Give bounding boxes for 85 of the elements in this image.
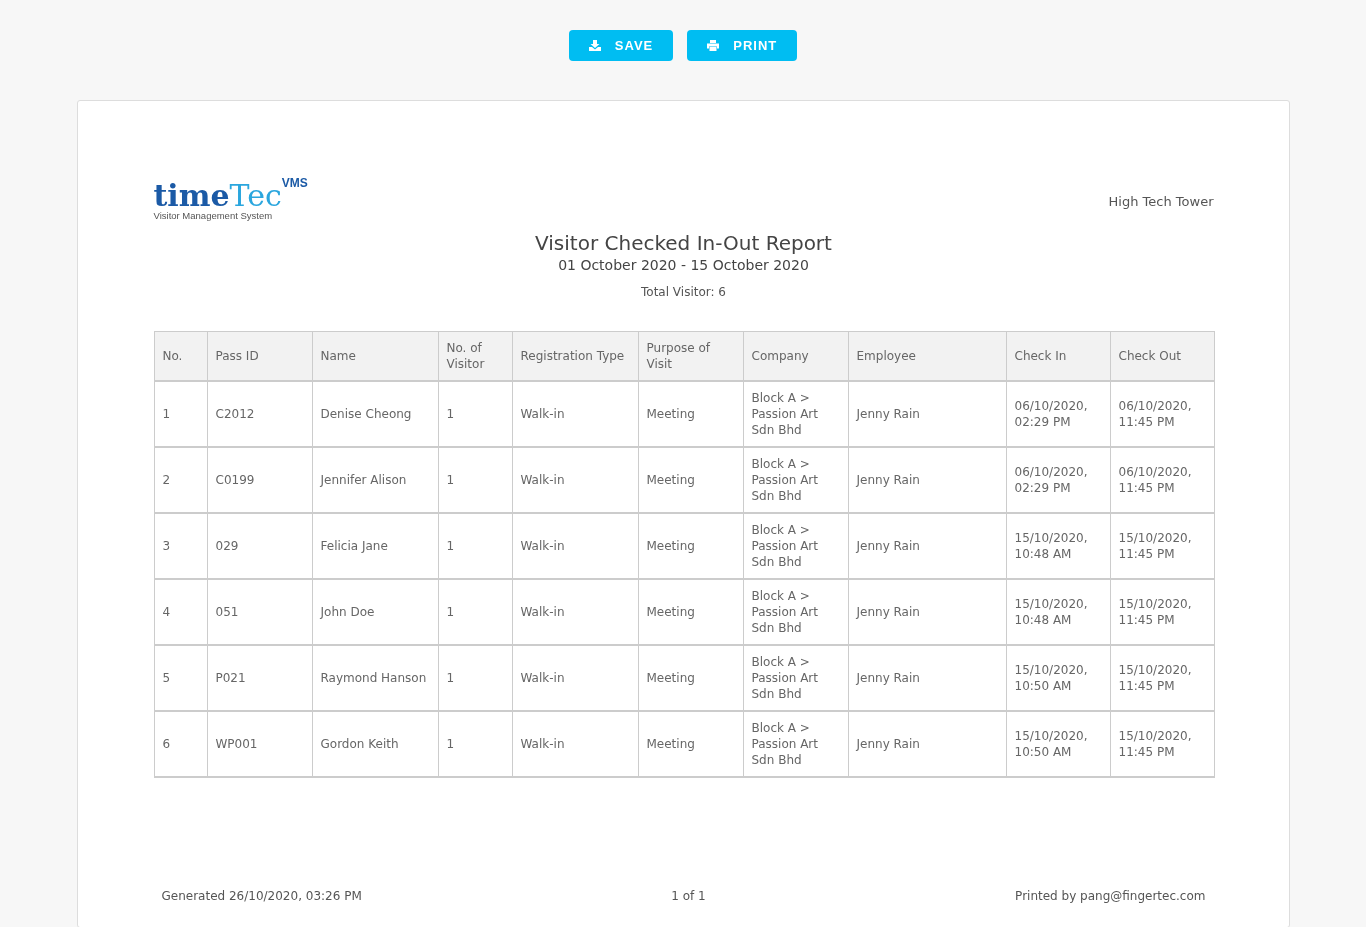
table-cell: 3 — [154, 513, 207, 579]
table-cell: 1 — [154, 381, 207, 447]
table-cell: Jenny Rain — [848, 381, 1006, 447]
table-cell: C2012 — [207, 381, 312, 447]
table-cell: Meeting — [638, 381, 743, 447]
table-cell: Jenny Rain — [848, 711, 1006, 777]
table-cell: 1 — [438, 579, 512, 645]
report-period: 01 October 2020 - 15 October 2020 — [557, 257, 810, 273]
table-cell: 1 — [438, 381, 512, 447]
table-cell: 15/10/2020, 11:45 PM — [1110, 711, 1214, 777]
table-cell: Walk-in — [512, 645, 638, 711]
table-cell: Block A > Passion Art Sdn Bhd — [743, 579, 848, 645]
save-button[interactable]: SAVE — [568, 30, 674, 61]
table-cell: 1 — [438, 645, 512, 711]
printed-by: Printed by pang@fingertec.com — [1015, 889, 1206, 903]
table-cell: Gordon Keith — [312, 711, 438, 777]
table-cell: 06/10/2020, 02:29 PM — [1006, 381, 1110, 447]
generated-time: Generated 26/10/2020, 03:26 PM — [161, 889, 362, 903]
table-cell: 15/10/2020, 10:50 AM — [1006, 645, 1110, 711]
table-cell: 15/10/2020, 11:45 PM — [1110, 513, 1214, 579]
table-cell: Raymond Hanson — [312, 645, 438, 711]
table-cell: WP001 — [207, 711, 312, 777]
logo-text: Tec — [229, 178, 282, 213]
table-cell: 2 — [154, 447, 207, 513]
table-cell: 051 — [207, 579, 312, 645]
table-cell: Walk-in — [512, 711, 638, 777]
table-cell: Felicia Jane — [312, 513, 438, 579]
report-title: Visitor Checked In-Out Report — [534, 231, 833, 255]
table-cell: Denise Cheong — [312, 381, 438, 447]
table-cell: Block A > Passion Art Sdn Bhd — [743, 447, 848, 513]
table-cell: 06/10/2020, 02:29 PM — [1006, 447, 1110, 513]
logo-suffix: VMS — [281, 176, 308, 190]
table-cell: 15/10/2020, 10:48 AM — [1006, 513, 1110, 579]
table-cell: Meeting — [638, 645, 743, 711]
table-cell: Meeting — [638, 447, 743, 513]
column-header: No. of Visitor — [438, 331, 512, 381]
table-cell: Jennifer Alison — [312, 447, 438, 513]
column-header: Check In — [1006, 331, 1110, 381]
table-cell: C0199 — [207, 447, 312, 513]
table-cell: Block A > Passion Art Sdn Bhd — [743, 513, 848, 579]
table-cell: Walk-in — [512, 513, 638, 579]
table-cell: Jenny Rain — [848, 513, 1006, 579]
table-cell: Walk-in — [512, 579, 638, 645]
column-header: No. — [154, 331, 207, 381]
table-cell: Jenny Rain — [848, 579, 1006, 645]
table-cell: 15/10/2020, 11:45 PM — [1110, 579, 1214, 645]
table-cell: 1 — [438, 513, 512, 579]
table-cell: Meeting — [638, 711, 743, 777]
table-cell: John Doe — [312, 579, 438, 645]
table-cell: Walk-in — [512, 381, 638, 447]
table-cell: Walk-in — [512, 447, 638, 513]
table-cell: Jenny Rain — [848, 447, 1006, 513]
table-cell: 6 — [154, 711, 207, 777]
table-cell: 06/10/2020, 11:45 PM — [1110, 447, 1214, 513]
table-cell: Block A > Passion Art Sdn Bhd — [743, 645, 848, 711]
table-cell: Meeting — [638, 579, 743, 645]
download-icon — [588, 40, 601, 51]
total-visitor: Total Visitor: 6 — [640, 285, 727, 299]
logo-text: time — [153, 178, 230, 213]
site-name: High Tech Tower — [1108, 194, 1214, 209]
table-cell: 06/10/2020, 11:45 PM — [1110, 381, 1214, 447]
table-cell: 4 — [154, 579, 207, 645]
table-cell: 15/10/2020, 10:48 AM — [1006, 579, 1110, 645]
table-cell: 5 — [154, 645, 207, 711]
logo-tagline: Visitor Management System — [153, 210, 274, 221]
table-cell: 15/10/2020, 10:50 AM — [1006, 711, 1110, 777]
column-header: Pass ID — [207, 331, 312, 381]
table-cell: Block A > Passion Art Sdn Bhd — [743, 381, 848, 447]
column-header: Registration Type — [512, 331, 638, 381]
table-cell: Jenny Rain — [848, 645, 1006, 711]
table-cell: 1 — [438, 711, 512, 777]
column-header: Check Out — [1110, 331, 1214, 381]
table-cell: Meeting — [638, 513, 743, 579]
column-header: Name — [312, 331, 438, 381]
print-button[interactable]: PRINT — [687, 30, 798, 61]
column-header: Employee — [848, 331, 1006, 381]
table-cell: 15/10/2020, 11:45 PM — [1110, 645, 1214, 711]
table-cell: Block A > Passion Art Sdn Bhd — [743, 711, 848, 777]
column-header: Company — [743, 331, 848, 381]
table-cell: 029 — [207, 513, 312, 579]
table-cell: P021 — [207, 645, 312, 711]
printer-icon — [707, 40, 720, 51]
column-header: Purpose of Visit — [638, 331, 743, 381]
table-cell: 1 — [438, 447, 512, 513]
page-number: 1 of 1 — [671, 889, 706, 903]
